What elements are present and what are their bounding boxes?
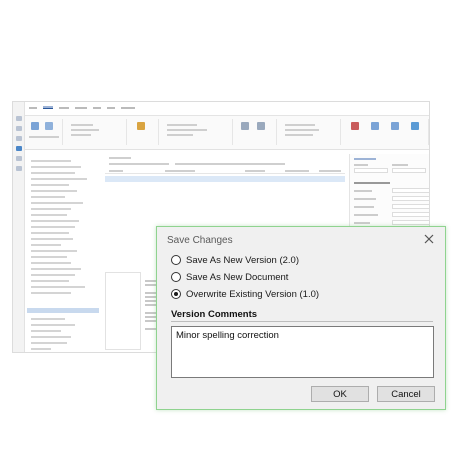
close-icon[interactable]	[422, 232, 436, 246]
section-divider	[171, 321, 433, 322]
radio-button[interactable]	[171, 255, 181, 265]
library-tree	[27, 154, 101, 352]
ok-button[interactable]: OK	[311, 386, 369, 402]
save-changes-dialog: Save Changes Save As New Version (2.0) S…	[156, 226, 446, 410]
option-save-as-new-version[interactable]: Save As New Version (2.0)	[171, 253, 299, 267]
version-comments-input[interactable]	[171, 326, 434, 378]
rail-home-icon	[16, 116, 22, 121]
option-label: Save As New Version (2.0)	[186, 254, 299, 266]
radio-button[interactable]	[171, 272, 181, 282]
rail-check-icon	[16, 146, 22, 151]
option-overwrite-existing-version[interactable]: Overwrite Existing Version (1.0)	[171, 287, 319, 301]
rail-documents-icon	[16, 126, 22, 131]
radio-button-selected[interactable]	[171, 289, 181, 299]
option-label: Overwrite Existing Version (1.0)	[186, 288, 320, 300]
screen: Save Changes Save As New Version (2.0) S…	[0, 0, 474, 474]
ribbon	[25, 116, 429, 150]
rail-settings-icon	[16, 156, 22, 161]
cancel-button[interactable]: Cancel	[377, 386, 435, 402]
rail-user-icon	[16, 166, 22, 171]
ribbon-tabs	[25, 102, 429, 116]
option-save-as-new-document[interactable]: Save As New Document	[171, 270, 288, 284]
option-label: Save As New Document	[186, 271, 289, 283]
dialog-title: Save Changes	[167, 235, 233, 246]
rail-search-icon	[16, 136, 22, 141]
document-grid	[105, 154, 345, 190]
version-comments-label: Version Comments	[171, 309, 258, 320]
app-left-rail	[13, 102, 25, 352]
